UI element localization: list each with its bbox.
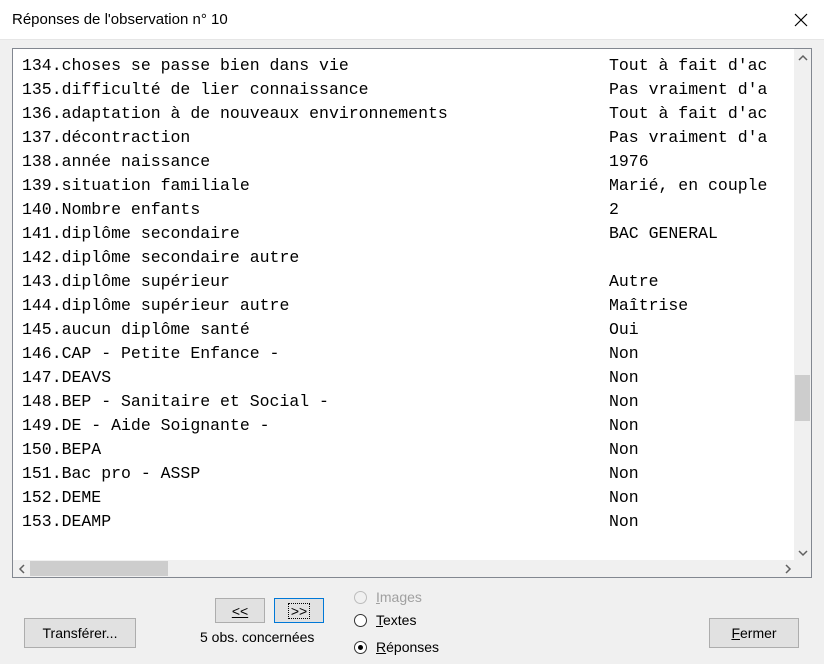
list-item[interactable]: 137.décontraction Pas vraiment d'a [13, 126, 796, 150]
close-icon [794, 13, 808, 27]
list-item[interactable]: 144.diplôme supérieur autre Maîtrise [13, 294, 796, 318]
radio-texts-label: Textes [376, 612, 417, 628]
next-observation-button[interactable]: >> [274, 598, 324, 623]
horizontal-scrollbar[interactable] [13, 560, 796, 577]
horizontal-scroll-thumb[interactable] [30, 561, 168, 576]
list-item[interactable]: 141.diplôme secondaire BAC GENERAL [13, 222, 796, 246]
question-text: 149.DE - Aide Soignante - [22, 416, 270, 435]
list-item[interactable]: 148.BEP - Sanitaire et Social - Non [13, 390, 796, 414]
question-text: 152.DEME [22, 488, 102, 507]
list-item[interactable]: 149.DE - Aide Soignante - Non [13, 414, 796, 438]
question-text: 146.CAP - Petite Enfance - [22, 344, 280, 363]
radio-responses-circle [354, 640, 367, 654]
list-item[interactable]: 143.diplôme supérieur Autre [13, 270, 796, 294]
list-item[interactable]: 153.DEAMP Non [13, 510, 796, 534]
scroll-left-button[interactable] [13, 560, 30, 577]
list-item[interactable]: 147.DEAVS Non [13, 366, 796, 390]
responses-list: 134.choses se passe bien dans vie Tout à … [13, 49, 796, 561]
answer-text: Maîtrise [609, 296, 689, 315]
chevron-left-icon [18, 563, 25, 574]
list-item[interactable]: 150.BEPA Non [13, 438, 796, 462]
answer-text: 1976 [609, 152, 649, 171]
vertical-scrollbar[interactable] [794, 49, 811, 561]
responses-listbox[interactable]: 134.choses se passe bien dans vie Tout à … [12, 48, 812, 578]
radio-selected-dot [358, 644, 363, 650]
answer-text: BAC GENERAL [609, 224, 718, 243]
answer-text: Non [609, 416, 639, 435]
question-text: 135.difficulté de lier connaissance [22, 80, 369, 99]
list-item[interactable]: 140.Nombre enfants 2 [13, 198, 796, 222]
close-button[interactable]: Fermer [709, 618, 799, 648]
answer-text: Pas vraiment d'a [609, 80, 768, 99]
list-item[interactable]: 135.difficulté de lier connaissance Pas v… [13, 78, 796, 102]
answer-text: Non [609, 440, 639, 459]
list-item[interactable]: 142.diplôme secondaire autre [13, 246, 796, 270]
chevron-down-icon [797, 549, 808, 556]
scroll-up-button[interactable] [794, 49, 811, 66]
question-text: 153.DEAMP [22, 512, 112, 531]
question-text: 145.aucun diplôme santé [22, 320, 250, 339]
list-item[interactable]: 139.situation familiale Marié, en couple [13, 174, 796, 198]
question-text: 140.Nombre enfants [22, 200, 201, 219]
close-button-label: Fermer [731, 625, 777, 641]
window-title: Réponses de l'observation n° 10 [12, 11, 228, 28]
radio-images[interactable]: Images [354, 587, 422, 607]
chevron-up-icon [797, 54, 808, 61]
answer-text: Non [609, 344, 639, 363]
question-text: 134.choses se passe bien dans vie [22, 56, 349, 75]
question-text: 148.BEP - Sanitaire et Social - [22, 392, 329, 411]
answer-text: Oui [609, 320, 639, 339]
answer-text: Non [609, 368, 639, 387]
question-text: 138.année naissance [22, 152, 211, 171]
list-item[interactable]: 136.adaptation à de nouveaux environneme… [13, 102, 796, 126]
previous-observation-button[interactable]: << [215, 598, 265, 623]
chevron-right-icon [784, 563, 791, 574]
answer-text: Tout à fait d'ac [609, 104, 768, 123]
question-text: 143.diplôme supérieur [22, 272, 230, 291]
scrollbar-corner [794, 560, 811, 577]
close-window-button[interactable] [778, 0, 824, 40]
list-item[interactable]: 134.choses se passe bien dans vie Tout à … [13, 54, 796, 78]
question-text: 136.adaptation à de nouveaux environneme… [22, 104, 448, 123]
list-item[interactable]: 145.aucun diplôme santé Oui [13, 318, 796, 342]
list-item[interactable]: 151.Bac pro - ASSP Non [13, 462, 796, 486]
radio-responses[interactable]: Réponses [354, 637, 439, 657]
scroll-down-button[interactable] [794, 544, 811, 561]
answer-text: Non [609, 512, 639, 531]
radio-images-label: Images [376, 589, 422, 605]
question-text: 147.DEAVS [22, 368, 112, 387]
title-bar: Réponses de l'observation n° 10 [0, 0, 824, 40]
radio-texts-circle [354, 613, 367, 627]
radio-images-circle [354, 590, 367, 604]
vertical-scroll-thumb[interactable] [795, 375, 810, 421]
answer-text: Marié, en couple [609, 176, 768, 195]
answer-text: Non [609, 392, 639, 411]
transfer-button[interactable]: Transférer... [24, 618, 136, 648]
radio-responses-label: Réponses [376, 639, 440, 655]
list-item[interactable]: 146.CAP - Petite Enfance - Non [13, 342, 796, 366]
question-text: 141.diplôme secondaire [22, 224, 240, 243]
question-text: 137.décontraction [22, 128, 191, 147]
question-text: 142.diplôme secondaire autre [22, 248, 300, 267]
answer-text: Non [609, 464, 639, 483]
answer-text: Autre [609, 272, 659, 291]
question-text: 144.diplôme supérieur autre [22, 296, 290, 315]
observations-count: 5 obs. concernées [200, 629, 315, 645]
answer-text: Non [609, 488, 639, 507]
answer-text: Pas vraiment d'a [609, 128, 768, 147]
question-text: 150.BEPA [22, 440, 102, 459]
list-item[interactable]: 152.DEME Non [13, 486, 796, 510]
next-button-label: >> [287, 602, 311, 619]
radio-texts[interactable]: Textes [354, 610, 416, 630]
answer-text: 2 [609, 200, 619, 219]
list-item[interactable]: 138.année naissance 1976 [13, 150, 796, 174]
question-text: 139.situation familiale [22, 176, 250, 195]
question-text: 151.Bac pro - ASSP [22, 464, 201, 483]
transfer-button-label: Transférer... [42, 625, 118, 641]
previous-button-label: << [231, 602, 249, 619]
answer-text: Tout à fait d'ac [609, 56, 768, 75]
